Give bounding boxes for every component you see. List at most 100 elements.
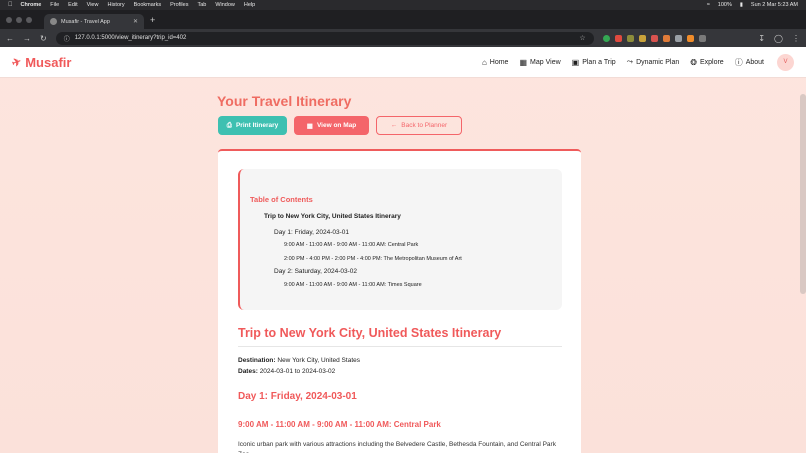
menu-help[interactable]: Help <box>244 2 255 8</box>
nav-explore-label: Explore <box>699 58 724 66</box>
action-buttons: ⎙ Print Itinerary ▦ View on Map ← Back t… <box>218 116 462 135</box>
extension-icon[interactable] <box>662 34 670 42</box>
toc-heading: Table of Contents <box>250 195 313 204</box>
apple-icon[interactable]:  <box>8 2 13 8</box>
wifi-icon[interactable]: ≈ <box>707 2 710 8</box>
extension-icon[interactable] <box>602 34 610 42</box>
bookmark-star-icon[interactable]: ☆ <box>579 34 585 42</box>
toc-link-activity[interactable]: 9:00 AM - 11:00 AM - 9:00 AM - 11:00 AM:… <box>284 242 418 248</box>
address-bar[interactable]: ⓘ 127.0.0.1:5000/view_itinerary?trip_id=… <box>55 31 594 45</box>
browser-menu-icon[interactable]: ⋮ <box>792 34 800 43</box>
clock[interactable]: Sun 2 Mar 5:23 AM <box>751 2 798 8</box>
menu-app[interactable]: Chrome <box>21 2 42 8</box>
nav-about[interactable]: ⓘ About <box>735 57 764 68</box>
window-controls <box>6 16 32 23</box>
nav-about-label: About <box>745 58 764 66</box>
extension-icon[interactable] <box>614 34 622 42</box>
dates-label: Dates: <box>238 368 258 375</box>
activity-description: Iconic urban park with various attractio… <box>238 441 556 453</box>
plane-icon: ✈ <box>10 55 24 70</box>
menu-window[interactable]: Window <box>215 2 235 8</box>
nav-map-view-label: Map View <box>530 58 561 66</box>
destination-label: Destination: <box>238 357 276 364</box>
table-of-contents: Table of Contents Trip to New York City,… <box>238 169 562 310</box>
battery-icon[interactable]: ▮ <box>740 2 743 8</box>
download-icon[interactable]: ↧ <box>758 34 765 43</box>
nav-dynamic-plan[interactable]: ⤳ Dynamic Plan <box>627 57 680 67</box>
menu-file[interactable]: File <box>50 2 59 8</box>
menu-profiles[interactable]: Profiles <box>170 2 188 8</box>
avatar[interactable]: V <box>777 53 794 71</box>
extension-icon[interactable] <box>698 34 706 42</box>
menu-bookmarks[interactable]: Bookmarks <box>134 2 162 8</box>
compass-icon: ❂ <box>690 57 697 67</box>
close-tab-icon[interactable]: ✕ <box>133 18 138 25</box>
toc-link-day2[interactable]: Day 2: Saturday, 2024-03-02 <box>274 268 357 275</box>
forward-icon[interactable]: → <box>23 34 31 43</box>
new-tab-icon[interactable]: + <box>150 15 155 25</box>
zoom-window-icon[interactable] <box>26 16 32 23</box>
reload-icon[interactable]: ↻ <box>40 34 47 43</box>
site-info-icon[interactable]: ⓘ <box>64 34 70 43</box>
extension-icon[interactable] <box>638 34 646 42</box>
activity-heading: 9:00 AM - 11:00 AM - 9:00 AM - 11:00 AM:… <box>238 420 441 429</box>
nav-plan-trip[interactable]: ▣ Plan a Trip <box>572 58 616 67</box>
minimize-window-icon[interactable] <box>16 16 22 23</box>
menu-view[interactable]: View <box>87 2 99 8</box>
favicon-icon <box>50 18 57 25</box>
extension-icon[interactable] <box>626 34 634 42</box>
nav-home[interactable]: ⌂ Home <box>482 58 509 67</box>
tab-title: Musafir - Travel App <box>61 18 110 25</box>
browser-tab[interactable]: Musafir - Travel App ✕ <box>44 14 144 29</box>
itinerary-heading: Trip to New York City, United States Iti… <box>238 326 502 340</box>
scrollbar[interactable] <box>800 94 806 294</box>
arrow-left-icon: ← <box>390 122 398 129</box>
nav-map-view[interactable]: ▦ Map View <box>519 58 560 67</box>
page-title: Your Travel Itinerary <box>217 93 352 109</box>
divider <box>238 346 562 347</box>
destination-row: Destination: New York City, United State… <box>238 357 360 364</box>
toc-link-trip[interactable]: Trip to New York City, United States Iti… <box>264 213 401 220</box>
battery-label: 100% <box>717 2 732 8</box>
dates-row: Dates: 2024-03-01 to 2024-03-02 <box>238 368 335 375</box>
os-menu-bar:  Chrome File Edit View History Bookmark… <box>0 0 806 10</box>
home-icon: ⌂ <box>481 57 487 67</box>
view-on-map-button[interactable]: ▦ View on Map <box>294 116 369 135</box>
nav-links: ⌂ Home ▦ Map View ▣ Plan a Trip ⤳ Dynami… <box>482 53 794 71</box>
destination-value: New York City, United States <box>277 357 360 364</box>
map-icon: ▦ <box>519 57 528 67</box>
extension-icon[interactable] <box>650 34 658 42</box>
extension-icon[interactable] <box>686 34 694 42</box>
menu-tab[interactable]: Tab <box>197 2 206 8</box>
browser-tab-bar: Musafir - Travel App ✕ + <box>0 10 806 29</box>
route-icon: ⤳ <box>626 57 634 66</box>
day1-heading: Day 1: Friday, 2024-03-01 <box>238 391 357 402</box>
back-to-planner-button[interactable]: ← Back to Planner <box>376 116 462 135</box>
toc-link-activity[interactable]: 9:00 AM - 11:00 AM - 9:00 AM - 11:00 AM:… <box>284 282 422 288</box>
extension-icon[interactable] <box>674 34 682 42</box>
url-text[interactable]: 127.0.0.1:5000/view_itinerary?trip_id=40… <box>75 35 187 41</box>
menu-edit[interactable]: Edit <box>68 2 77 8</box>
toc-link-activity[interactable]: 2:00 PM - 4:00 PM - 2:00 PM - 4:00 PM: T… <box>284 256 462 262</box>
itinerary-card: Table of Contents Trip to New York City,… <box>218 149 581 453</box>
nav-explore[interactable]: ❂ Explore <box>690 58 723 67</box>
app-navbar: ✈ Musafir ⌂ Home ▦ Map View ▣ Plan a Tri… <box>0 47 806 78</box>
toc-link-day1[interactable]: Day 1: Friday, 2024-03-01 <box>274 229 349 236</box>
brand-name: Musafir <box>25 54 72 70</box>
back-icon[interactable]: ← <box>6 34 14 43</box>
info-icon: ⓘ <box>734 57 743 67</box>
print-icon: ⎙ <box>226 121 232 129</box>
dates-value: 2024-03-01 to 2024-03-02 <box>259 368 336 375</box>
menu-history[interactable]: History <box>107 2 124 8</box>
close-window-icon[interactable] <box>6 16 12 23</box>
nav-plan-trip-label: Plan a Trip <box>582 58 616 66</box>
back-to-planner-label: Back to Planner <box>401 122 448 129</box>
calendar-icon: ▣ <box>571 57 580 67</box>
view-on-map-label: View on Map <box>316 122 357 129</box>
nav-dynamic-plan-label: Dynamic Plan <box>636 58 680 66</box>
browser-toolbar: ← → ↻ ⓘ 127.0.0.1:5000/view_itinerary?tr… <box>0 29 806 47</box>
print-itinerary-button[interactable]: ⎙ Print Itinerary <box>218 116 287 135</box>
profile-icon[interactable]: ◯ <box>774 34 783 43</box>
nav-home-label: Home <box>489 58 509 66</box>
brand-logo[interactable]: ✈ Musafir <box>10 54 72 70</box>
